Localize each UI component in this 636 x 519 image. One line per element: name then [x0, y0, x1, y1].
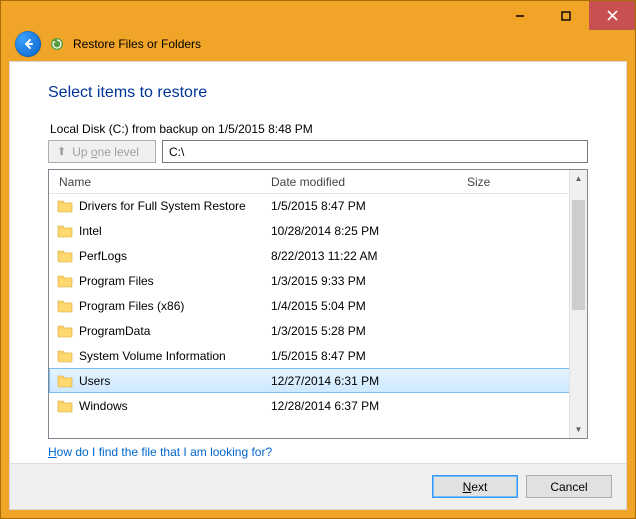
folder-icon: [57, 348, 73, 364]
list-item[interactable]: Program Files 1/3/2015 9:33 PM: [49, 268, 570, 293]
maximize-button[interactable]: [543, 1, 589, 30]
folder-icon: [57, 273, 73, 289]
up-arrow-icon: ⬆: [57, 145, 66, 158]
minimize-button[interactable]: [497, 1, 543, 30]
backup-source-label: Local Disk (C:) from backup on 1/5/2015 …: [50, 122, 588, 136]
item-date: 1/3/2015 5:28 PM: [265, 324, 461, 338]
list-item[interactable]: Users 12/27/2014 6:31 PM: [49, 368, 570, 393]
scroll-down-icon[interactable]: ▼: [570, 421, 587, 438]
listview-header: Name Date modified Size: [49, 170, 587, 194]
item-date: 12/28/2014 6:37 PM: [265, 399, 461, 413]
item-name: Drivers for Full System Restore: [79, 199, 246, 213]
column-name[interactable]: Name: [49, 175, 265, 189]
folder-icon: [57, 198, 73, 214]
wizard-panel: Select items to restore Local Disk (C:) …: [9, 61, 627, 510]
close-button[interactable]: [589, 1, 635, 30]
item-name: ProgramData: [79, 324, 150, 338]
item-name: Program Files: [79, 274, 154, 288]
folder-icon: [57, 223, 73, 239]
window-title: Restore Files or Folders: [73, 37, 201, 51]
folder-icon: [57, 298, 73, 314]
item-date: 1/3/2015 9:33 PM: [265, 274, 461, 288]
list-item[interactable]: Program Files (x86) 1/4/2015 5:04 PM: [49, 293, 570, 318]
file-listview: Name Date modified Size Drivers for Full…: [48, 169, 588, 439]
list-item[interactable]: PerfLogs 8/22/2013 11:22 AM: [49, 243, 570, 268]
page-heading: Select items to restore: [48, 84, 588, 102]
path-input[interactable]: [162, 140, 588, 163]
list-item[interactable]: Drivers for Full System Restore 1/5/2015 …: [49, 193, 570, 218]
item-date: 1/5/2015 8:47 PM: [265, 349, 461, 363]
folder-icon: [57, 323, 73, 339]
item-date: 1/5/2015 8:47 PM: [265, 199, 461, 213]
folder-icon: [57, 373, 73, 389]
app-icon: [49, 36, 65, 52]
cancel-button[interactable]: Cancel: [526, 475, 612, 498]
up-one-level-button[interactable]: ⬆ Up one level: [48, 140, 156, 163]
titlebar: [1, 1, 635, 30]
item-name: Windows: [79, 399, 128, 413]
item-name: Program Files (x86): [79, 299, 184, 313]
list-item[interactable]: Windows 12/28/2014 6:37 PM: [49, 393, 570, 418]
item-date: 8/22/2013 11:22 AM: [265, 249, 461, 263]
help-link-container: How do I find the file that I am looking…: [48, 445, 588, 459]
item-date: 1/4/2015 5:04 PM: [265, 299, 461, 313]
item-name: PerfLogs: [79, 249, 127, 263]
scroll-up-icon[interactable]: ▲: [570, 170, 587, 187]
item-date: 12/27/2014 6:31 PM: [265, 374, 461, 388]
scrollbar[interactable]: ▲ ▼: [569, 170, 587, 438]
back-button[interactable]: [15, 31, 41, 57]
item-name: Users: [79, 374, 110, 388]
list-item[interactable]: System Volume Information 1/5/2015 8:47 P…: [49, 343, 570, 368]
list-item[interactable]: ProgramData 1/3/2015 5:28 PM: [49, 318, 570, 343]
footer: Next Cancel: [10, 463, 626, 509]
up-label: Up one level: [72, 145, 139, 159]
column-date-modified[interactable]: Date modified: [265, 175, 461, 189]
scrollbar-thumb[interactable]: [572, 200, 585, 310]
item-name: Intel: [79, 224, 102, 238]
folder-icon: [57, 398, 73, 414]
folder-icon: [57, 248, 73, 264]
item-name: System Volume Information: [79, 349, 226, 363]
header-bar: Restore Files or Folders: [1, 30, 635, 62]
help-link[interactable]: How do I find the file that I am looking…: [48, 445, 272, 459]
item-date: 10/28/2014 8:25 PM: [265, 224, 461, 238]
back-arrow-icon: [21, 37, 35, 51]
column-size[interactable]: Size: [461, 175, 547, 189]
list-item[interactable]: Intel 10/28/2014 8:25 PM: [49, 218, 570, 243]
next-button[interactable]: Next: [432, 475, 518, 498]
